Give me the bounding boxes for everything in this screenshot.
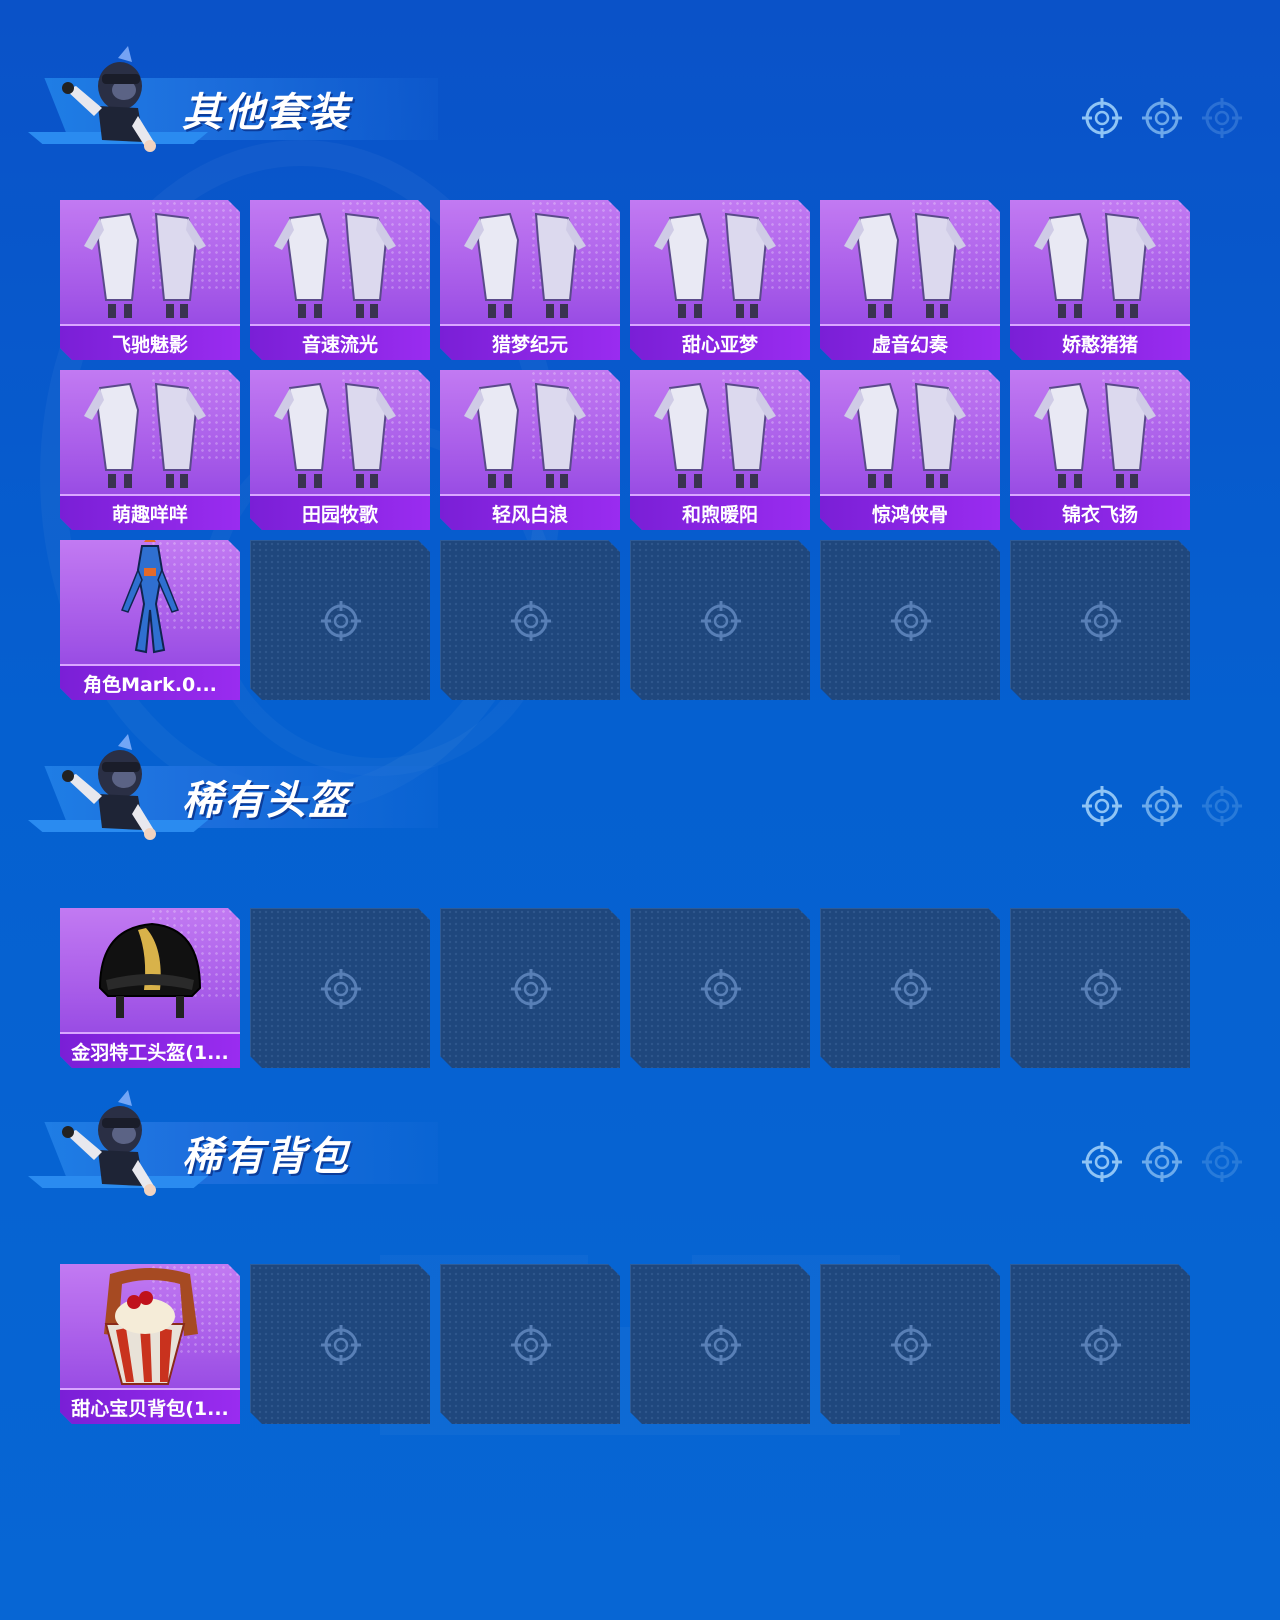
- item-label: 田园牧歌: [301, 504, 378, 526]
- empty-slot: [440, 540, 620, 700]
- outfit-icon: [654, 212, 776, 318]
- empty-slot: [630, 1264, 810, 1424]
- empty-slot: [250, 1264, 430, 1424]
- item-card[interactable]: 娇憨猪猪: [1010, 200, 1190, 360]
- outfit-icon: [464, 382, 586, 488]
- crosshair-icon: [319, 1323, 363, 1367]
- crosshair-decoration: [1080, 784, 1270, 830]
- item-label: 萌趣咩咩: [111, 504, 188, 526]
- section-header: 稀有背包: [0, 1084, 1280, 1204]
- item-label: 虚音幻奏: [871, 334, 948, 356]
- item-card[interactable]: 金羽特工头盔(1...: [60, 908, 240, 1068]
- crosshair-icon: [889, 1323, 933, 1367]
- item-label: 角色Mark.0...: [83, 674, 217, 696]
- item-label: 轻风白浪: [491, 504, 568, 526]
- outfit-icon: [84, 382, 206, 488]
- empty-slot: [1010, 908, 1190, 1068]
- item-label: 甜心宝贝背包(1...: [71, 1398, 229, 1420]
- empty-slot: [1010, 540, 1190, 700]
- mascot-icon: [62, 1090, 156, 1196]
- outfit-icon: [1034, 212, 1156, 318]
- crosshair-icon: [319, 599, 363, 643]
- empty-slot: [820, 540, 1000, 700]
- item-card[interactable]: 萌趣咩咩: [60, 370, 240, 530]
- crosshair-icon: [699, 967, 743, 1011]
- crosshair-icon: [1079, 1323, 1123, 1367]
- crosshair-icon: [1079, 967, 1123, 1011]
- crosshair-icon: [319, 967, 363, 1011]
- section-header: 稀有头盔: [0, 728, 1280, 848]
- empty-slot: [820, 908, 1000, 1068]
- empty-slot: [630, 540, 810, 700]
- backpack-icon: [104, 1268, 198, 1385]
- item-card[interactable]: 甜心宝贝背包(1...: [60, 1264, 240, 1424]
- section-title: 稀有背包: [182, 1134, 350, 1180]
- crosshair-decoration: [1080, 96, 1270, 142]
- mascot-icon: [62, 734, 156, 840]
- empty-slot: [1010, 1264, 1190, 1424]
- crosshair-icon: [509, 967, 553, 1011]
- section-title: 稀有头盔: [182, 778, 350, 824]
- crosshair-icon: [699, 1323, 743, 1367]
- item-label: 飞驰魅影: [111, 334, 188, 356]
- item-card[interactable]: 音速流光: [250, 200, 430, 360]
- item-label: 娇憨猪猪: [1061, 334, 1138, 356]
- item-label: 甜心亚梦: [681, 334, 758, 356]
- item-label: 猎梦纪元: [491, 334, 568, 356]
- item-label: 锦衣飞扬: [1061, 504, 1138, 526]
- crosshair-decoration: [1080, 1140, 1270, 1186]
- empty-slot: [440, 908, 620, 1068]
- outfit-icon: [84, 212, 206, 318]
- item-card[interactable]: 惊鸿侠骨: [820, 370, 1000, 530]
- outfit-icon: [654, 382, 776, 488]
- section-title: 其他套装: [182, 90, 350, 136]
- item-label: 惊鸿侠骨: [871, 504, 948, 526]
- item-card[interactable]: 虚音幻奏: [820, 200, 1000, 360]
- empty-slot: [820, 1264, 1000, 1424]
- crosshair-icon: [699, 599, 743, 643]
- mascot-icon: [62, 46, 156, 152]
- item-label: 音速流光: [301, 334, 378, 356]
- item-card[interactable]: 轻风白浪: [440, 370, 620, 530]
- item-card[interactable]: 角色Mark.0...: [60, 540, 240, 700]
- item-card[interactable]: 和煦暖阳: [630, 370, 810, 530]
- empty-slot: [630, 908, 810, 1068]
- item-label: 和煦暖阳: [681, 504, 758, 526]
- item-card[interactable]: 猎梦纪元: [440, 200, 620, 360]
- outfit-icon: [464, 212, 586, 318]
- item-card[interactable]: 田园牧歌: [250, 370, 430, 530]
- item-card[interactable]: 甜心亚梦: [630, 200, 810, 360]
- outfit-icon: [274, 382, 396, 488]
- helmet-icon: [98, 922, 202, 1018]
- crosshair-icon: [889, 967, 933, 1011]
- crosshair-icon: [509, 1323, 553, 1367]
- outfit-icon: [844, 212, 966, 318]
- outfit-icon: [844, 382, 966, 488]
- mech-suit-icon: [121, 540, 179, 654]
- section-header: 其他套装: [0, 40, 1280, 160]
- empty-slot: [250, 540, 430, 700]
- empty-slot: [440, 1264, 620, 1424]
- item-card[interactable]: 锦衣飞扬: [1010, 370, 1190, 530]
- crosshair-icon: [509, 599, 553, 643]
- crosshair-icon: [889, 599, 933, 643]
- item-label: 金羽特工头盔(1...: [71, 1042, 229, 1064]
- outfit-icon: [1034, 382, 1156, 488]
- outfit-icon: [274, 212, 396, 318]
- empty-slot: [250, 908, 430, 1068]
- crosshair-icon: [1079, 599, 1123, 643]
- item-card[interactable]: 飞驰魅影: [60, 200, 240, 360]
